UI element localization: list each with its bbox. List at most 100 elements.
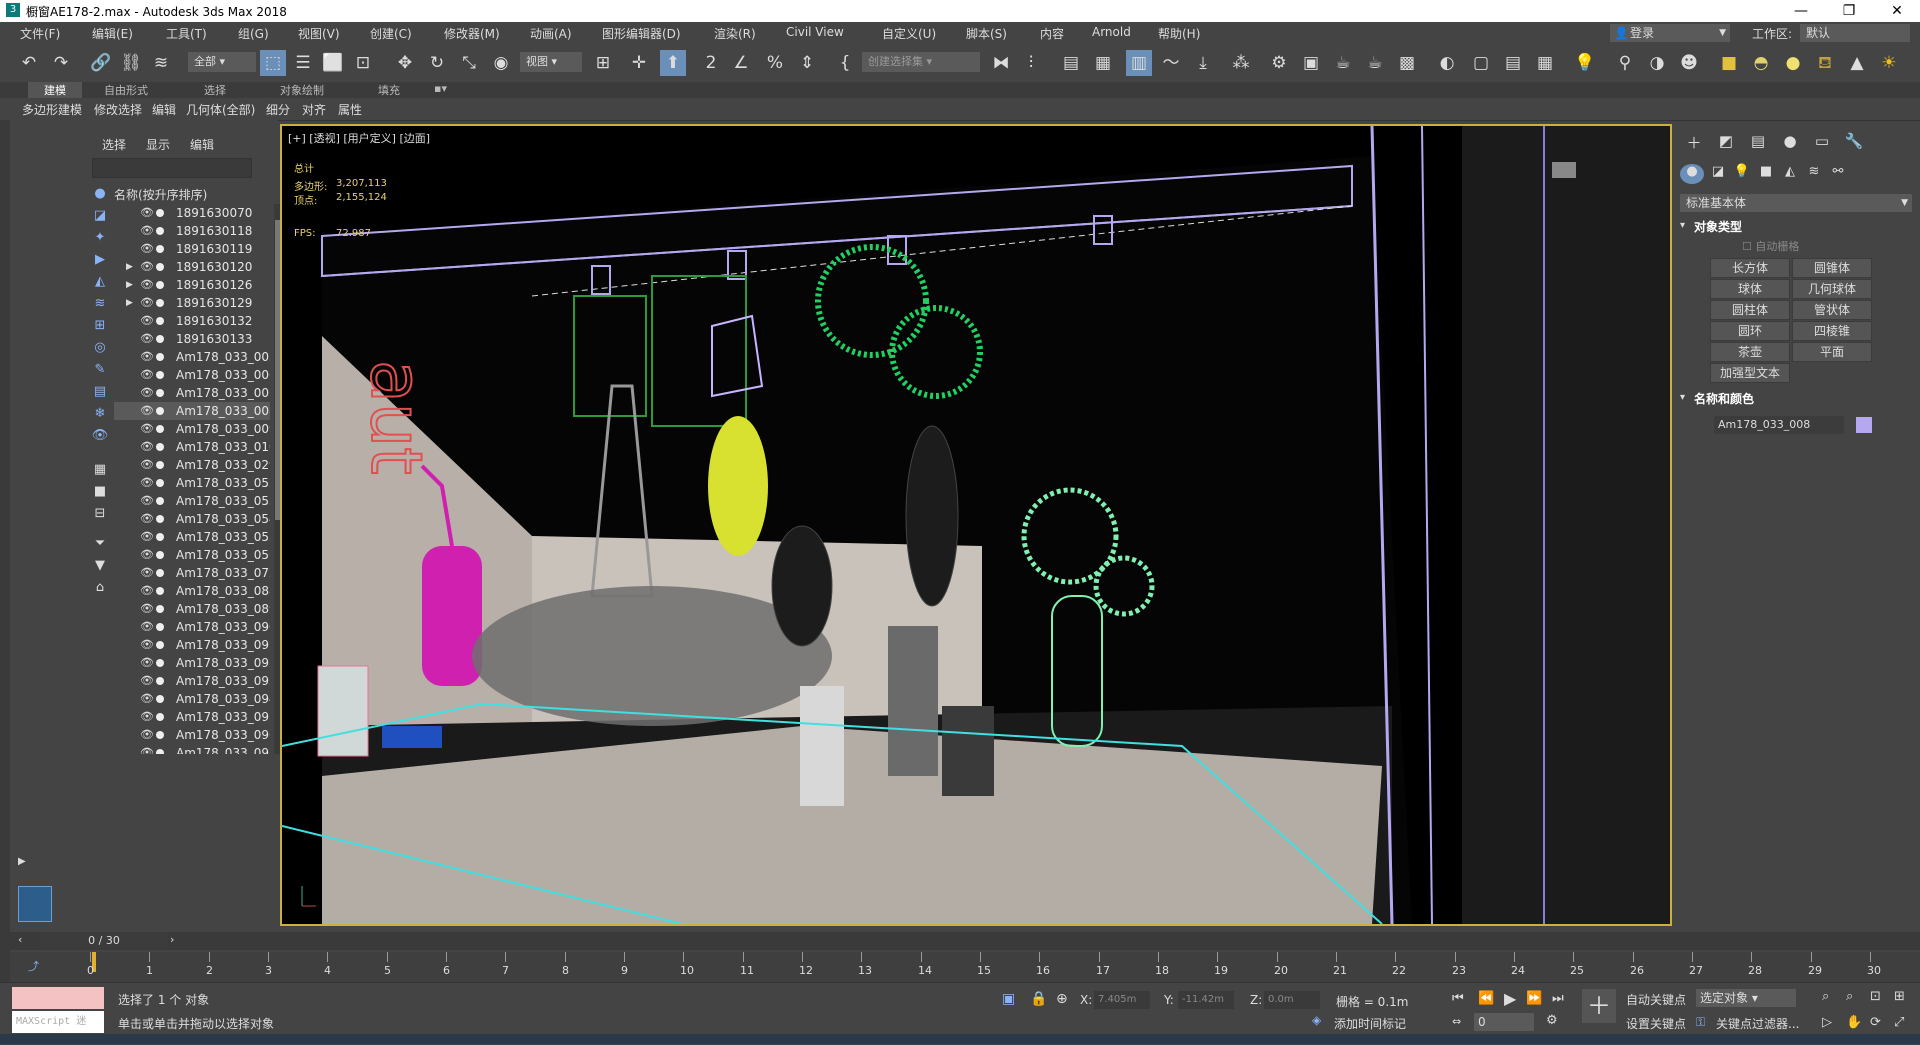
auto-key-button[interactable]: 自动关键点 [1626, 991, 1686, 1008]
filter-xrefs-icon[interactable]: ◎ [90, 340, 110, 358]
ribbon-properties[interactable]: 属性 [338, 101, 362, 118]
visibility-eye-icon[interactable]: 👁 [140, 402, 154, 420]
teapot-button[interactable]: 茶壶 [1710, 342, 1790, 362]
fov-icon[interactable]: ▷ [1822, 1015, 1832, 1030]
snaps-toggle-icon[interactable]: 2 [698, 50, 724, 76]
arnold-icon[interactable]: ◐ [1434, 50, 1460, 76]
menu-view[interactable]: 视图(V) [298, 25, 340, 42]
freeze-dot-icon[interactable] [156, 551, 164, 559]
rendered-frame-icon[interactable]: ▣ [1298, 50, 1324, 76]
freeze-dot-icon[interactable] [156, 299, 164, 307]
menu-animation[interactable]: 动画(A) [530, 25, 572, 42]
visibility-eye-icon[interactable]: 👁 [140, 546, 154, 564]
workspace-dropdown[interactable]: 默认 [1800, 24, 1910, 42]
explorer-row[interactable]: 👁 Am178_033_008 [114, 402, 270, 420]
object-color-swatch[interactable] [1856, 417, 1872, 433]
next-key-icon[interactable]: ⏩ [1526, 991, 1542, 1006]
expand-arrow-icon[interactable]: ▶ [126, 258, 133, 276]
zoom-extents-all-icon[interactable]: ⊞ [1894, 989, 1905, 1004]
move-icon[interactable]: ✥ [392, 50, 418, 76]
pan-icon[interactable]: ✋ [1846, 1015, 1862, 1030]
visibility-eye-icon[interactable]: 👁 [140, 204, 154, 222]
set-key-button[interactable]: 设置关键点 [1626, 1015, 1686, 1032]
rollout-collapse-name-color-icon[interactable]: ▾ [1680, 392, 1685, 403]
freeze-dot-icon[interactable] [156, 245, 164, 253]
window-crossing-icon[interactable]: ⊡ [350, 50, 376, 76]
reference-coord-dropdown[interactable]: 视图 ▾ [520, 52, 582, 72]
visibility-eye-icon[interactable]: 👁 [140, 312, 154, 330]
robot-icon[interactable]: ☻ [1676, 50, 1702, 76]
edit-named-selection-icon[interactable]: { [832, 50, 858, 76]
freeze-dot-icon[interactable] [156, 479, 164, 487]
explorer-toggle-icon[interactable] [18, 886, 52, 922]
motion-tab-icon[interactable]: ● [1776, 132, 1804, 152]
freeze-dot-icon[interactable] [156, 281, 164, 289]
filter-spacewarps-icon[interactable]: ≋ [90, 296, 110, 314]
explorer-row[interactable]: 👁 Am178_033_072 [114, 564, 270, 582]
link-icon[interactable]: 🔗 [88, 50, 114, 76]
lock-icon[interactable]: 🔒 [1030, 991, 1047, 1007]
geometry-category-icon[interactable]: ● [1680, 164, 1704, 184]
visibility-eye-icon[interactable]: 👁 [140, 348, 154, 366]
create-tab-icon[interactable]: ＋ [1680, 132, 1708, 152]
angle-snap-icon[interactable]: ∠ [728, 50, 754, 76]
visibility-eye-icon[interactable]: 👁 [140, 582, 154, 600]
tube-button[interactable]: 管状体 [1792, 300, 1872, 320]
placement-icon[interactable]: ◉ [488, 50, 514, 76]
percent-snap-icon[interactable]: % [762, 50, 788, 76]
visibility-eye-icon[interactable]: 👁 [140, 474, 154, 492]
torus-button[interactable]: 圆环 [1710, 321, 1790, 341]
key-filter-icon[interactable]: ⚿ [1696, 1015, 1705, 1030]
y-coord-field[interactable]: -11.42m [1178, 991, 1234, 1009]
explorer-row[interactable]: 👁 Am178_033_096 [114, 726, 270, 744]
freeze-dot-icon[interactable] [156, 335, 164, 343]
plane-button[interactable]: 平面 [1792, 342, 1872, 362]
explorer-row[interactable]: 👁 Am178_033_029 [114, 456, 270, 474]
explorer-column-header[interactable]: 名称(按升序排序) [114, 186, 207, 203]
visibility-eye-icon[interactable]: 👁 [140, 222, 154, 240]
time-tag-icon[interactable]: ◈ [1312, 1013, 1321, 1027]
toggle-ribbon-icon[interactable]: ▥ [1126, 50, 1152, 76]
box-button[interactable]: 长方体 [1710, 258, 1790, 278]
visibility-eye-icon[interactable]: 👁 [140, 384, 154, 402]
filter-hidden-icon[interactable]: 👁 [90, 428, 110, 446]
menu-arnold[interactable]: Arnold [1092, 25, 1131, 39]
menu-tools[interactable]: 工具(T) [166, 25, 207, 42]
key-filters-button[interactable]: 关键点过滤器... [1716, 1015, 1799, 1032]
menu-civil-view[interactable]: Civil View [786, 25, 844, 39]
filter-bones-icon[interactable]: ✎ [90, 362, 110, 380]
visibility-eye-icon[interactable]: 👁 [140, 528, 154, 546]
visibility-eye-icon[interactable]: 👁 [140, 636, 154, 654]
explorer-row[interactable]: 👁 Am178_033_053 [114, 492, 270, 510]
rect-selection-icon[interactable]: ⬜ [320, 50, 346, 76]
name-color-header[interactable]: 名称和颜色 [1694, 390, 1754, 407]
filter-containers-icon[interactable]: ▤ [90, 384, 110, 402]
explorer-tab-select[interactable]: 选择 [102, 136, 126, 153]
filter-geometry-icon[interactable]: ● [90, 186, 110, 204]
cone-button[interactable]: 圆锥体 [1792, 258, 1872, 278]
next-frame-icon[interactable]: › [170, 933, 174, 946]
render-setup-icon[interactable]: ⚙ [1266, 50, 1292, 76]
scene-explorer-icon[interactable]: ▤ [1058, 50, 1084, 76]
visibility-eye-icon[interactable]: 👁 [140, 600, 154, 618]
selection-filter-dropdown[interactable]: 全部 ▾ [188, 52, 256, 72]
explorer-row[interactable]: 👁 Am178_033_090 [114, 618, 270, 636]
box-primitive-icon[interactable]: ■ [1716, 50, 1742, 76]
restore-icon[interactable]: ❐ [1826, 0, 1872, 22]
freeze-dot-icon[interactable] [156, 605, 164, 613]
freeze-dot-icon[interactable] [156, 749, 164, 754]
visibility-eye-icon[interactable]: 👁 [140, 330, 154, 348]
freeze-dot-icon[interactable] [156, 461, 164, 469]
goto-end-icon[interactable]: ⏭ [1552, 991, 1564, 1006]
explorer-row[interactable]: 👁 Am178_033_052 [114, 474, 270, 492]
selected-object-dropdown[interactable]: 选定对象 ▾ [1696, 989, 1796, 1007]
explorer-row[interactable]: 👁 Am178_033_056 [114, 546, 270, 564]
menu-content[interactable]: 内容 [1040, 25, 1064, 42]
schematic-view-icon[interactable]: ⤓ [1190, 50, 1216, 76]
freeze-dot-icon[interactable] [156, 623, 164, 631]
cameras-category-icon[interactable]: ■ [1754, 164, 1778, 184]
menu-scripting[interactable]: 脚本(S) [966, 25, 1007, 42]
visibility-eye-icon[interactable]: 👁 [140, 438, 154, 456]
explorer-row[interactable]: 👁 Am178_033_054 [114, 510, 270, 528]
spacewarps-category-icon[interactable]: ≋ [1802, 164, 1826, 184]
